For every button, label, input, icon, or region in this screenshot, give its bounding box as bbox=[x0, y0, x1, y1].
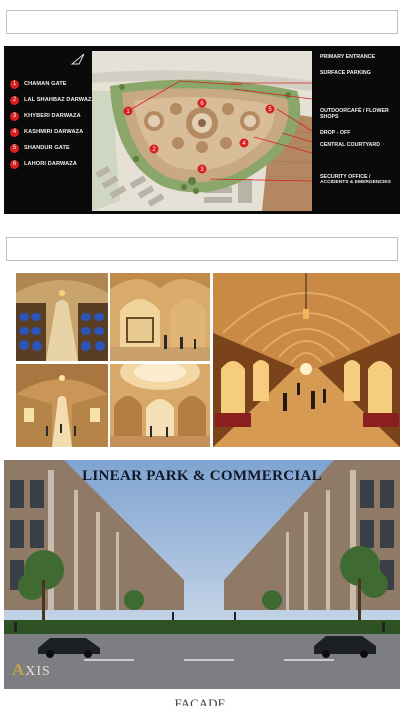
linear-park-image bbox=[4, 460, 400, 689]
legend-label: LAL SHAHBAZ DARWAZA bbox=[24, 97, 96, 103]
pottery-shop-photo bbox=[16, 273, 108, 361]
callout-accidents-emergencies: ACCIDENTS & EMERGENCIES bbox=[320, 180, 391, 185]
dome-atrium-photo bbox=[110, 364, 210, 447]
legend-item: 2 LAL SHAHBAZ DARWAZA bbox=[10, 92, 96, 108]
site-plan-panel: 1 CHAMAN GATE 2 LAL SHAHBAZ DARWAZA 3 KHYBE… bbox=[4, 46, 400, 214]
axis-logo: AXIS bbox=[12, 660, 51, 680]
legend-item: 3 KHYBERI DARWAZA bbox=[10, 108, 94, 124]
legend-item: 4 KASHMIRI DARWAZA bbox=[10, 124, 94, 140]
legend-item: 6 LAHORI DARWAZA bbox=[10, 156, 94, 172]
park-title: LINEAR PARK & COMMERCIAL bbox=[82, 468, 322, 484]
grand-arcade-photo bbox=[213, 273, 400, 447]
callout-primary-entrance: PRIMARY ENTRANCE bbox=[320, 54, 376, 60]
gate-legend: 1 CHAMAN GATE 2 LAL SHAHBAZ DARWAZA 3 KHYBE… bbox=[10, 76, 96, 172]
callout-central-courtyard: CENTRAL COURTYARD bbox=[320, 142, 381, 148]
header-bar-middle bbox=[6, 237, 398, 261]
callout-drop-off: DROP - OFF bbox=[320, 130, 351, 136]
header-bar-top bbox=[6, 10, 398, 34]
callout-outdoor-cafe-shops: SHOPS bbox=[320, 114, 339, 120]
callout-surface-parking: SURFACE PARKING bbox=[320, 70, 371, 76]
arcade-storefront-photo bbox=[110, 273, 210, 361]
plan-callouts: PRIMARY ENTRANCE SURFACE PARKING OUTDOOR… bbox=[318, 46, 400, 214]
legend-number: 5 bbox=[10, 143, 19, 153]
next-section-title: FACADE bbox=[174, 696, 226, 706]
legend-label: LAHORI DARWAZA bbox=[24, 161, 77, 167]
north-arrow-icon bbox=[70, 53, 85, 65]
legend-number: 6 bbox=[10, 159, 19, 169]
legend-label: KHYBERI DARWAZA bbox=[24, 113, 81, 119]
arcade-photo-collage bbox=[4, 273, 400, 447]
site-plan-map: 1 6 2 5 4 3 bbox=[92, 51, 312, 211]
axis-logo-mark: A bbox=[12, 660, 26, 679]
legend-label: CHAMAN GATE bbox=[24, 81, 67, 87]
legend-number: 2 bbox=[10, 95, 19, 105]
legend-number: 4 bbox=[10, 127, 19, 137]
legend-item: 1 CHAMAN GATE bbox=[10, 76, 94, 92]
arcade-corridor-photo bbox=[16, 364, 108, 447]
axis-logo-text: XIS bbox=[25, 664, 51, 679]
legend-item: 5 SHANDUR GATE bbox=[10, 140, 94, 156]
legend-label: SHANDUR GATE bbox=[24, 145, 70, 151]
legend-number: 1 bbox=[10, 79, 19, 89]
linear-park-render: LINEAR PARK & COMMERCIAL AXIS bbox=[4, 460, 400, 689]
legend-number: 3 bbox=[10, 111, 19, 121]
legend-label: KASHMIRI DARWAZA bbox=[24, 129, 84, 135]
